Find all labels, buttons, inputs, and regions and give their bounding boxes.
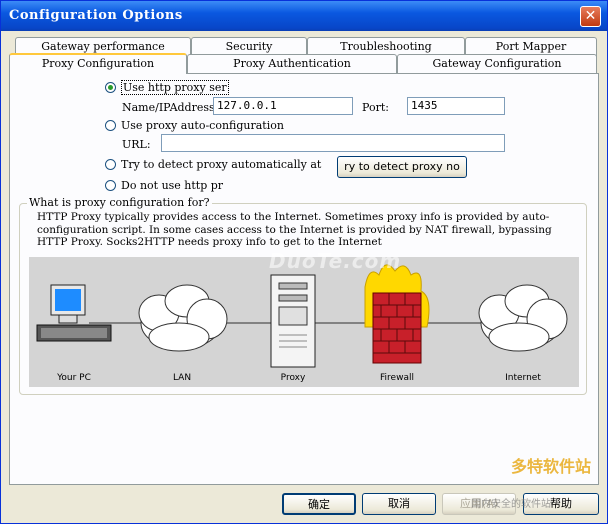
radio-label: Use proxy auto-configuration [121, 119, 284, 132]
url-label: URL: [122, 138, 151, 151]
ok-button[interactable]: 确定 [282, 493, 356, 515]
label-internet: Internet [505, 373, 541, 383]
label-your-pc: Your PC [57, 373, 91, 383]
tab-proxy-configuration[interactable]: Proxy Configuration [9, 53, 187, 74]
radio-button[interactable] [105, 180, 116, 191]
cancel-button[interactable]: 取消 [362, 493, 436, 515]
name-ip-input[interactable]: 127.0.0.1 [213, 97, 353, 115]
tab-strip: Gateway performance Security Troubleshoo… [9, 37, 599, 77]
url-input[interactable] [161, 134, 505, 152]
radio-button[interactable] [105, 159, 116, 170]
detect-proxy-now-button[interactable]: ry to detect proxy no [337, 156, 467, 178]
port-input[interactable]: 1435 [407, 97, 505, 115]
radio-no-http-proxy[interactable]: Do not use http pr [105, 179, 223, 192]
info-groupbox-legend: What is proxy configuration for? [27, 196, 212, 209]
name-ip-label: Name/IPAddress [122, 101, 215, 114]
firewall-icon [364, 264, 430, 364]
title-bar[interactable]: Configuration Options ✕ [1, 1, 607, 31]
radio-label: Use http proxy ser [121, 80, 229, 95]
port-label: Port: [362, 101, 389, 114]
network-diagram: Your PC LAN Proxy Firewall Internet [29, 257, 579, 387]
window-title: Configuration Options [9, 8, 183, 23]
watermark-slogan: 国内安全的软件站 [471, 499, 551, 510]
radio-detect-automatically[interactable]: Try to detect proxy automatically at [105, 158, 321, 171]
radio-button[interactable] [105, 120, 116, 131]
radio-button[interactable] [105, 82, 116, 93]
label-proxy: Proxy [280, 373, 306, 383]
info-description: HTTP Proxy typically provides access to … [37, 211, 552, 248]
radio-use-http-proxy[interactable]: Use http proxy ser [105, 80, 229, 95]
radio-label: Try to detect proxy automatically at [121, 158, 322, 171]
close-icon: ✕ [584, 8, 597, 24]
cloud-icon [478, 284, 568, 352]
tab-gateway-configuration[interactable]: Gateway Configuration [397, 54, 597, 74]
cloud-icon [138, 284, 228, 352]
label-lan: LAN [172, 373, 192, 383]
tab-proxy-authentication[interactable]: Proxy Authentication [187, 54, 397, 74]
label-firewall: Firewall [380, 373, 414, 383]
close-button[interactable]: ✕ [580, 6, 601, 27]
computer-icon [36, 284, 112, 342]
watermark-text: DuoTe.com [269, 249, 402, 273]
watermark-brand: 多特软件站 [511, 457, 592, 476]
server-icon [270, 274, 316, 368]
network-diagram-graphic [36, 264, 568, 368]
radio-label: Do not use http pr [121, 179, 224, 192]
configuration-options-dialog: Configuration Options ✕ Gateway performa… [0, 0, 608, 524]
radio-use-auto-config[interactable]: Use proxy auto-configuration [105, 119, 284, 132]
